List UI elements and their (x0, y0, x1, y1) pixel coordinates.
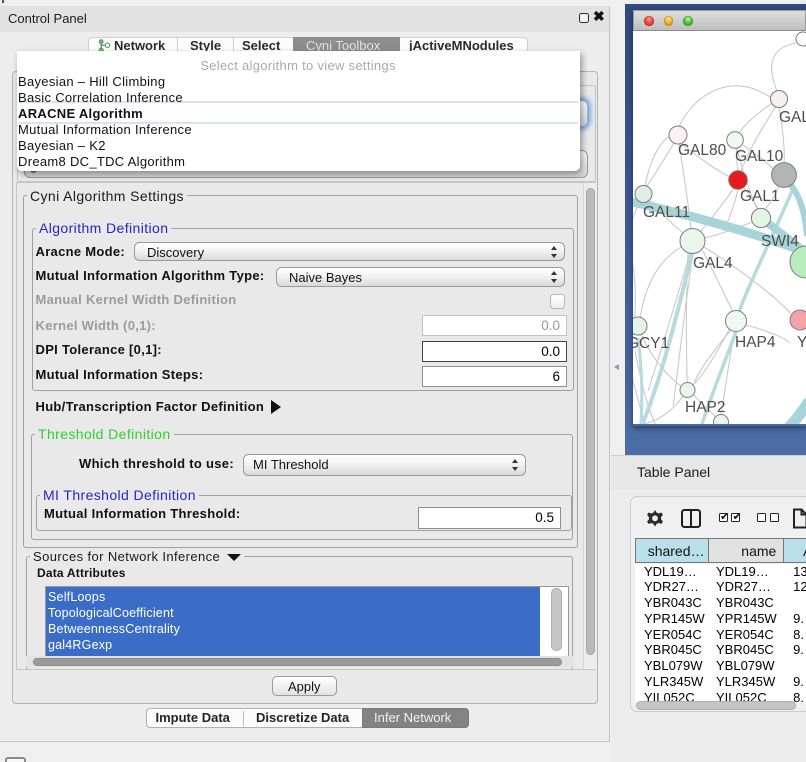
svg-text:GAL11: GAL11 (643, 204, 690, 221)
svg-text:GAL7: GAL7 (779, 109, 806, 126)
svg-text:HAP4: HAP4 (735, 334, 776, 351)
svg-text:SWI4: SWI4 (761, 233, 799, 250)
svg-text:GAL80: GAL80 (678, 142, 727, 159)
svg-text:Y: Y (797, 334, 806, 351)
svg-text:GAL4: GAL4 (693, 255, 733, 272)
svg-text:GAL1: GAL1 (740, 188, 780, 205)
svg-text:HAP2: HAP2 (685, 399, 726, 416)
svg-text:GCY1: GCY1 (633, 335, 669, 352)
svg-text:GAL10: GAL10 (735, 148, 784, 165)
